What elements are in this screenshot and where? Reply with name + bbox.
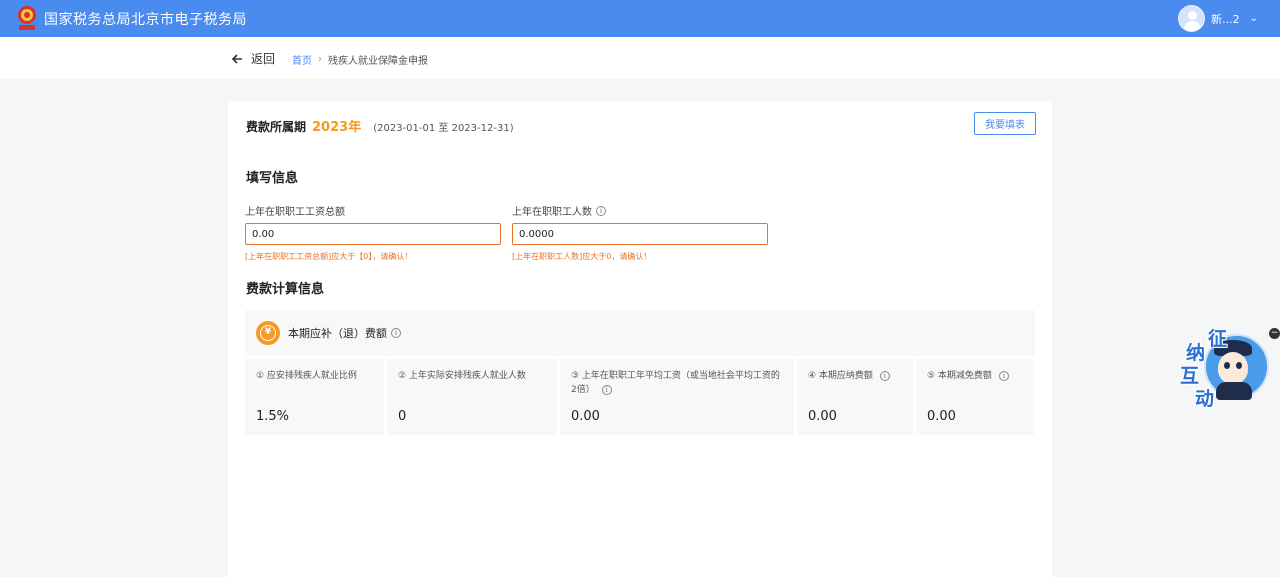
calc-cell-title: ① 应安排残疾人就业比例 xyxy=(256,371,357,381)
period-label: 费款所属期 xyxy=(246,120,307,134)
close-icon[interactable]: − xyxy=(1269,328,1280,339)
info-icon[interactable]: i xyxy=(391,328,401,338)
info-icon[interactable]: i xyxy=(596,205,606,216)
fill-form-button[interactable]: 我要填表 xyxy=(974,112,1036,135)
calc-cells: ① 应安排残疾人就业比例 1.5% ② 上年实际安排残疾人就业人数 0 ③ 上年… xyxy=(245,359,1034,435)
info-icon[interactable]: i xyxy=(601,385,612,395)
total-wage-input[interactable]: 0.00 xyxy=(245,223,501,245)
chevron-down-icon[interactable]: ⌄ xyxy=(1250,13,1258,24)
main-card: 费款所属期 2023年 (2023-01-01 至 2023-12-31) 我要… xyxy=(228,101,1052,577)
top-bar: 国家税务总局北京市电子税务局 新...2 ⌄ xyxy=(0,0,1280,37)
widget-char: 动 xyxy=(1195,388,1215,410)
avatar[interactable] xyxy=(1178,5,1206,32)
user-menu[interactable]: 新...2 ⌄ xyxy=(1178,5,1258,32)
employee-count-error: [上年在职职工人数]应大于0，请确认！ xyxy=(512,252,652,261)
user-name[interactable]: 新...2 xyxy=(1211,11,1240,27)
calc-cell-title: ② 上年实际安排残疾人就业人数 xyxy=(398,371,526,381)
site-title: 国家税务总局北京市电子税务局 xyxy=(44,12,247,28)
yuan-coin-icon: ¥ xyxy=(256,321,280,345)
national-emblem-icon xyxy=(18,6,36,30)
calc-cell-value: 1.5% xyxy=(256,409,290,424)
period-year: 2023年 xyxy=(312,120,362,135)
period-range: (2023-01-01 至 2023-12-31) xyxy=(373,123,514,134)
breadcrumb-bar: 返回 首页 › 残疾人就业保障金申报 xyxy=(0,37,1280,79)
arrow-left-icon xyxy=(231,53,242,64)
calc-cell-value: 0.00 xyxy=(571,409,600,424)
widget-char: 征 xyxy=(1208,328,1228,350)
breadcrumb-current: 残疾人就业保障金申报 xyxy=(328,56,428,67)
interaction-assistant-widget[interactable]: 征 纳 互 动 − xyxy=(1178,322,1280,410)
period-row: 费款所属期 2023年 (2023-01-01 至 2023-12-31) xyxy=(246,116,514,135)
calc-cell-actual-count: ② 上年实际安排残疾人就业人数 0 xyxy=(387,359,557,435)
total-wage-field: 上年在职职工工资总额 0.00 [上年在职职工工资总额]应大于【0】，请确认！ xyxy=(245,203,501,262)
breadcrumb: 首页 › 残疾人就业保障金申报 xyxy=(292,52,428,67)
breadcrumb-separator: › xyxy=(318,54,322,65)
calc-cell-ratio: ① 应安排残疾人就业比例 1.5% xyxy=(245,359,384,435)
employee-count-input[interactable]: 0.0000 xyxy=(512,223,768,245)
fill-info-title: 填写信息 xyxy=(246,171,299,186)
calc-cell-reduction: ⑤ 本期减免费额 i 0.00 xyxy=(916,359,1034,435)
total-wage-label: 上年在职职工工资总额 xyxy=(245,207,345,218)
calc-cell-value: 0 xyxy=(398,409,407,424)
total-wage-error: [上年在职职工工资总额]应大于【0】，请确认！ xyxy=(245,252,413,261)
breadcrumb-home-link[interactable]: 首页 xyxy=(292,52,312,67)
info-icon[interactable]: i xyxy=(998,371,1009,381)
fee-header-label: 本期应补（退）费额 xyxy=(288,327,387,340)
fee-header: ¥ 本期应补（退）费额 i xyxy=(245,310,1035,356)
calc-cell-avg-wage: ③ 上年在职职工年平均工资（或当地社会平均工资的2倍） i 0.00 xyxy=(560,359,794,435)
calc-cell-title: ④ 本期应纳费额 xyxy=(808,371,873,381)
back-label[interactable]: 返回 xyxy=(251,50,275,67)
calc-cell-title: ⑤ 本期减免费额 xyxy=(927,371,992,381)
employee-count-label: 上年在职职工人数 xyxy=(512,207,592,218)
employee-count-field: 上年在职职工人数 i 0.0000 [上年在职职工人数]应大于0，请确认！ xyxy=(512,203,768,262)
calc-cell-value: 0.00 xyxy=(927,409,956,424)
calc-info-title: 费款计算信息 xyxy=(246,282,325,297)
info-icon[interactable]: i xyxy=(879,371,890,381)
back-button[interactable]: 返回 xyxy=(231,50,275,67)
calc-cell-payable: ④ 本期应纳费额 i 0.00 xyxy=(797,359,913,435)
calc-cell-value: 0.00 xyxy=(808,409,837,424)
